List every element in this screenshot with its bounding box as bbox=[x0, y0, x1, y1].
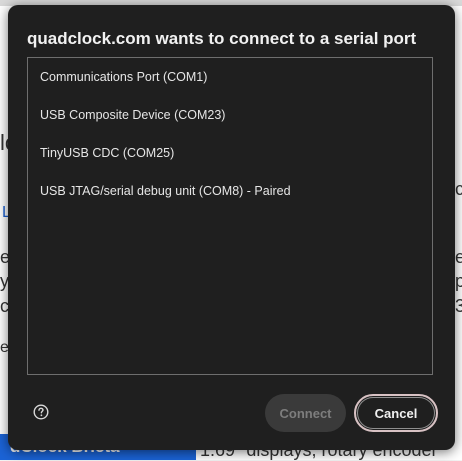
port-item-com23[interactable]: USB Composite Device (COM23) bbox=[40, 108, 225, 122]
serial-port-dialog: quadclock.com wants to connect to a seri… bbox=[8, 5, 455, 450]
serial-port-list[interactable]: Communications Port (COM1) USB Composite… bbox=[27, 57, 433, 375]
port-item-com1[interactable]: Communications Port (COM1) bbox=[40, 70, 207, 84]
port-item-com25[interactable]: TinyUSB CDC (COM25) bbox=[40, 146, 174, 160]
port-item-com8[interactable]: USB JTAG/serial debug unit (COM8) - Pair… bbox=[40, 184, 291, 198]
background-text-fragment: c bbox=[455, 179, 462, 199]
connect-button[interactable]: Connect bbox=[265, 394, 346, 432]
dialog-title: quadclock.com wants to connect to a seri… bbox=[27, 29, 417, 48]
background-text-fragment: 3 bbox=[455, 296, 462, 316]
background-text-fragment: e bbox=[455, 247, 462, 267]
help-circle-icon[interactable] bbox=[33, 404, 49, 420]
background-text-fragment: p bbox=[455, 271, 462, 291]
cancel-button[interactable]: Cancel bbox=[354, 394, 438, 432]
